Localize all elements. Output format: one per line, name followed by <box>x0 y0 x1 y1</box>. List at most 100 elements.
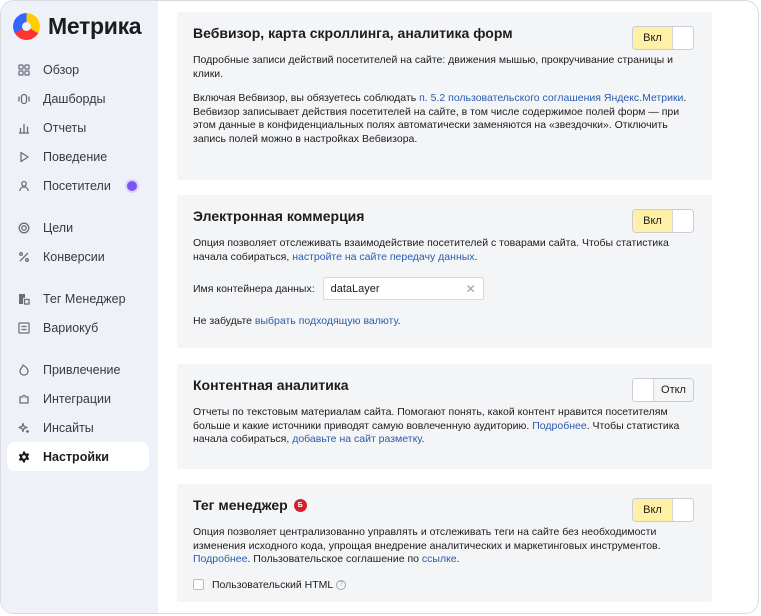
sidebar-item-conversions[interactable]: Конверсии <box>7 242 149 271</box>
fire-icon <box>17 363 30 376</box>
section-description: Опция позволяет централизованно управлят… <box>193 526 696 567</box>
nav-divider <box>7 271 149 284</box>
new-feature-dot <box>127 181 137 191</box>
play-icon <box>17 150 30 163</box>
toggle-label: Откл <box>654 379 693 401</box>
sparkle-icon <box>17 421 30 434</box>
text-fragment: Включая Вебвизор, вы обязуетесь соблюдат… <box>193 92 420 104</box>
sidebar-nav: Обзор Дашборды Отчеты Поведение Посетите… <box>7 55 149 471</box>
toggle-knob <box>672 210 693 232</box>
user-icon <box>17 179 30 192</box>
toggle-knob <box>672 27 693 49</box>
gear-icon <box>17 450 30 463</box>
tag-manager-icon <box>17 292 30 305</box>
section-title: Электронная коммерция <box>193 208 365 224</box>
more-info-link[interactable]: Подробнее <box>193 553 247 565</box>
sidebar: Метрика Обзор Дашборды Отчеты Поведение … <box>1 1 158 613</box>
logo-text: Метрика <box>48 12 142 39</box>
text-fragment: Опция позволяет централизованно управлят… <box>193 526 661 552</box>
section-agreement-text: Включая Вебвизор, вы обязуетесь соблюдат… <box>193 92 696 146</box>
custom-html-option[interactable]: Пользовательский HTML ? <box>193 579 696 591</box>
sidebar-item-tag-manager[interactable]: Тег Менеджер <box>7 284 149 313</box>
sidebar-item-behavior[interactable]: Поведение <box>7 142 149 171</box>
sidebar-item-label: Обзор <box>43 62 80 77</box>
sidebar-item-label: Привлечение <box>43 362 121 377</box>
metrika-logo-icon <box>13 12 40 40</box>
custom-html-checkbox[interactable] <box>193 579 204 590</box>
webvisor-section: Вебвизор, карта скроллинга, аналитика фо… <box>177 12 712 180</box>
target-icon <box>17 221 30 234</box>
section-title: Тег менеджер <box>193 497 288 513</box>
sidebar-item-goals[interactable]: Цели <box>7 213 149 242</box>
container-name-input[interactable]: dataLayer ✕ <box>322 277 484 300</box>
sidebar-item-acquisition[interactable]: Привлечение <box>7 355 149 384</box>
nav-divider <box>7 200 149 213</box>
app-window: Метрика Обзор Дашборды Отчеты Поведение … <box>0 0 759 614</box>
sidebar-item-label: Тег Менеджер <box>43 291 126 306</box>
sidebar-item-label: Дашборды <box>43 91 106 106</box>
toggle-label: Вкл <box>633 499 672 521</box>
sidebar-item-label: Интеграции <box>43 391 112 406</box>
sidebar-item-reports[interactable]: Отчеты <box>7 113 149 142</box>
variocube-icon <box>17 321 30 334</box>
text-fragment: . <box>456 553 460 565</box>
sidebar-item-label: Отчеты <box>43 120 87 135</box>
section-description: Отчеты по текстовым материалам сайта. По… <box>193 406 696 447</box>
sidebar-item-label: Конверсии <box>43 249 105 264</box>
text-fragment: Не забудьте <box>193 315 255 327</box>
text-fragment: . Пользовательское соглашение по <box>247 553 422 565</box>
content-analytics-section: Контентная аналитика Откл Отчеты по текс… <box>177 364 712 469</box>
container-field-label: Имя контейнера данных: <box>193 282 315 295</box>
dashboards-icon <box>17 92 30 105</box>
section-description: Опция позволяет отслеживать взаимодейств… <box>193 237 696 264</box>
nav-divider <box>7 342 149 355</box>
ecommerce-section: Электронная коммерция Вкл Опция позволяе… <box>177 195 712 348</box>
help-icon[interactable]: ? <box>336 579 347 590</box>
settings-main: Вебвизор, карта скроллинга, аналитика фо… <box>158 1 758 613</box>
currency-link[interactable]: выбрать подходящую валюту <box>255 315 398 327</box>
section-title: Вебвизор, карта скроллинга, аналитика фо… <box>193 25 513 41</box>
sidebar-item-visitors[interactable]: Посетители <box>7 171 149 200</box>
ecommerce-toggle[interactable]: Вкл <box>632 209 694 233</box>
setup-data-link[interactable]: настройте на сайте передачу данных <box>292 251 474 263</box>
logo[interactable]: Метрика <box>13 12 142 40</box>
tag-manager-section: Тег менеджер Б Вкл Опция позволяет центра… <box>177 484 712 602</box>
agreement-link[interactable]: ссылке <box>422 553 457 565</box>
toggle-knob <box>633 379 654 401</box>
agreement-link[interactable]: п. 5.2 пользовательского соглашения Янде… <box>419 92 683 104</box>
toggle-label: Вкл <box>633 27 672 49</box>
sidebar-item-settings[interactable]: Настройки <box>7 442 149 471</box>
sidebar-item-dashboards[interactable]: Дашборды <box>7 84 149 113</box>
toggle-knob <box>672 499 693 521</box>
sidebar-item-label: Цели <box>43 220 74 235</box>
toggle-label: Вкл <box>633 210 672 232</box>
sidebar-item-variocube[interactable]: Вариокуб <box>7 313 149 342</box>
sidebar-item-label: Настройки <box>43 449 109 464</box>
add-markup-link[interactable]: добавьте на сайт разметку <box>292 433 421 445</box>
container-field-row: Имя контейнера данных: dataLayer ✕ <box>193 277 696 300</box>
sidebar-item-integrations[interactable]: Интеграции <box>7 384 149 413</box>
clear-icon[interactable]: ✕ <box>466 282 476 296</box>
checkbox-label: Пользовательский HTML <box>212 578 334 591</box>
content-analytics-toggle[interactable]: Откл <box>632 378 694 402</box>
overview-icon <box>17 63 30 76</box>
sidebar-item-label: Инсайты <box>43 420 94 435</box>
beta-badge: Б <box>293 498 307 512</box>
sidebar-item-overview[interactable]: Обзор <box>7 55 149 84</box>
text-fragment: . <box>421 433 425 445</box>
sidebar-item-label: Посетители <box>43 178 111 193</box>
sidebar-item-label: Вариокуб <box>43 320 99 335</box>
reports-icon <box>17 121 30 134</box>
section-title-row: Тег менеджер Б <box>193 497 696 513</box>
tag-manager-toggle[interactable]: Вкл <box>632 498 694 522</box>
more-info-link[interactable]: Подробнее <box>532 420 586 432</box>
input-value: dataLayer <box>330 282 380 295</box>
sidebar-item-label: Поведение <box>43 149 108 164</box>
sidebar-item-insights[interactable]: Инсайты <box>7 413 149 442</box>
text-fragment: . <box>397 315 401 327</box>
percent-icon <box>17 250 30 263</box>
section-description: Подробные записи действий посетителей на… <box>193 54 673 80</box>
webvisor-toggle[interactable]: Вкл <box>632 26 694 50</box>
currency-note: Не забудьте выбрать подходящую валюту. <box>193 315 696 329</box>
puzzle-icon <box>17 392 30 405</box>
